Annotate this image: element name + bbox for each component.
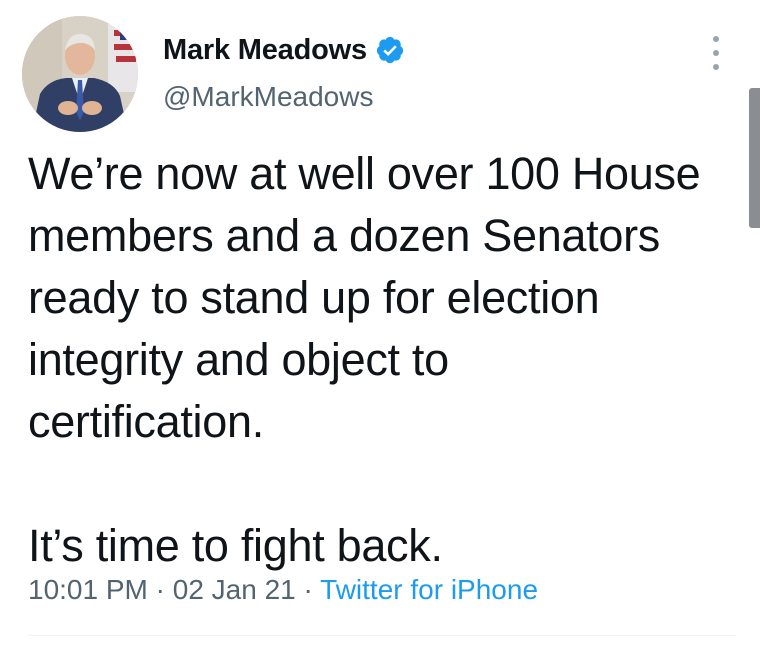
more-options-icon[interactable] [704,36,728,70]
more-dot [713,64,719,70]
tweet-text: We’re now at well over 100 House members… [28,143,740,577]
verified-badge-icon [375,35,405,65]
tweet-time[interactable]: 10:01 PM [28,574,148,605]
tweet-source-link[interactable]: Twitter for iPhone [320,574,538,605]
scrollbar-thumb[interactable] [749,88,760,228]
author-handle[interactable]: @MarkMeadows [163,81,373,113]
tweet-metadata: 10:01 PM · 02 Jan 21 · Twitter for iPhon… [28,574,538,606]
divider [28,635,736,636]
author-name-row[interactable]: Mark Meadows [163,30,405,70]
author-display-name[interactable]: Mark Meadows [163,34,367,67]
tweet-date[interactable]: 02 Jan 21 [173,574,296,605]
more-dot [713,36,719,42]
tweet-paragraph: We’re now at well over 100 House members… [28,148,701,447]
meta-separator: · [295,574,321,605]
avatar-photo [22,16,138,132]
meta-separator: · [147,574,173,605]
avatar[interactable] [22,16,138,132]
more-dot [713,50,719,56]
tweet-paragraph: It’s time to fight back. [28,520,443,571]
